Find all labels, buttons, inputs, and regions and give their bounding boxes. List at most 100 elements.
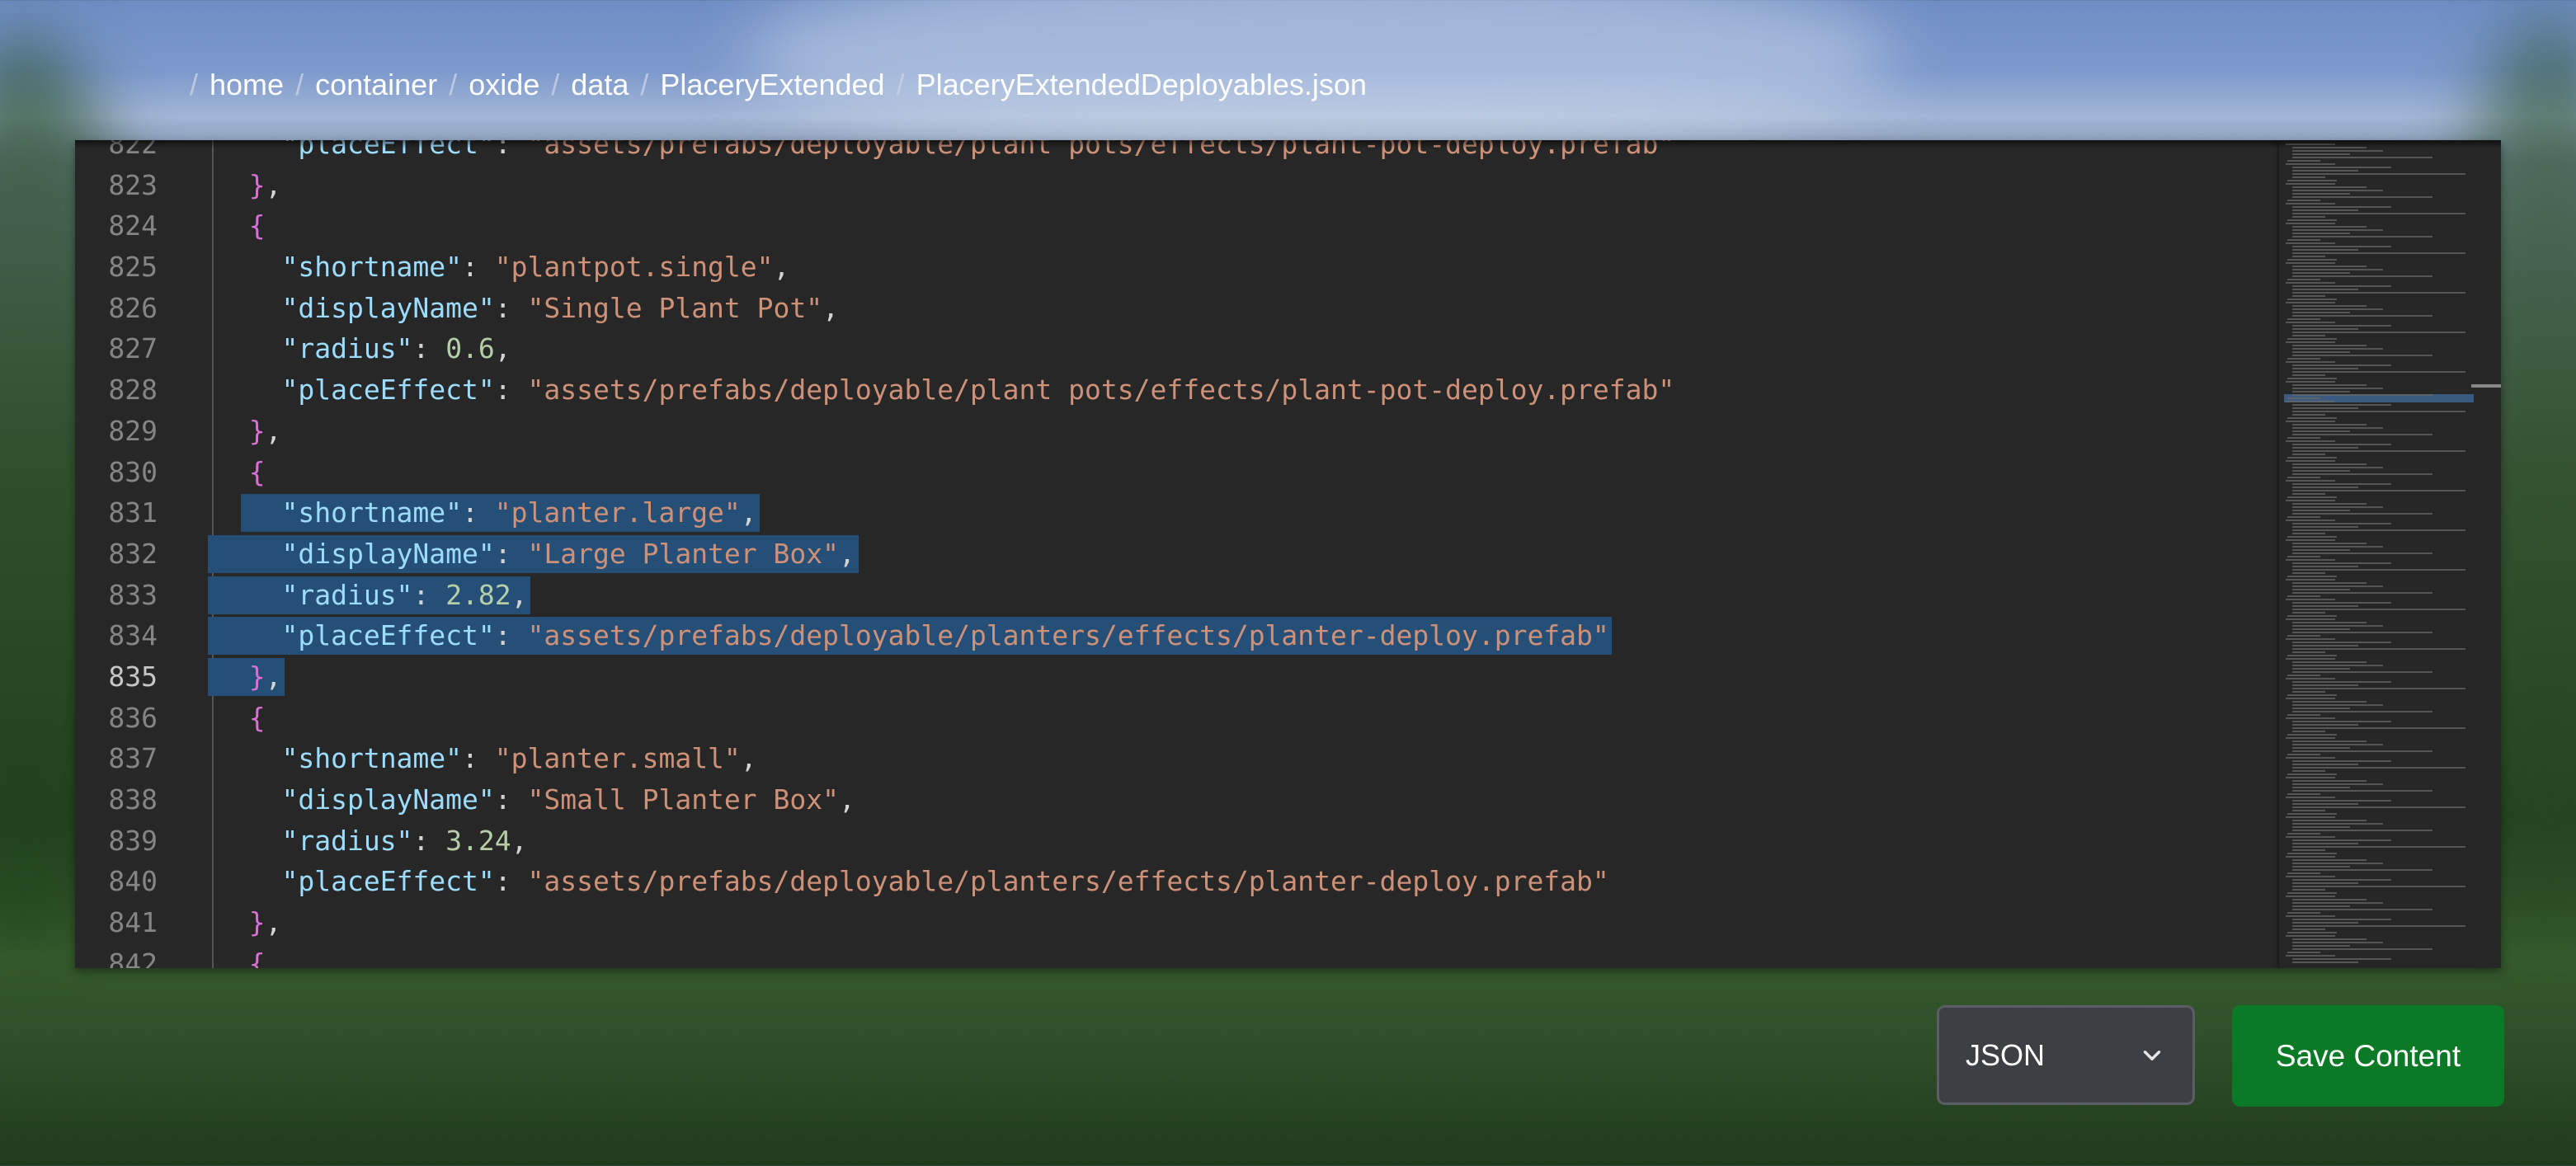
- minimap-line: [2286, 579, 2335, 581]
- minimap-line: [2292, 684, 2358, 686]
- minimap-line: [2286, 757, 2335, 759]
- line-number: 824: [108, 209, 158, 242]
- code-line[interactable]: 842 {: [75, 943, 2269, 968]
- line-number: 839: [108, 824, 158, 857]
- minimap-line: [2292, 305, 2366, 307]
- minimap-line: [2286, 698, 2335, 699]
- minimap-line: [2292, 701, 2366, 703]
- minimap-line: [2292, 711, 2432, 712]
- minimap-line: [2287, 635, 2320, 637]
- indent-guide: [212, 287, 214, 329]
- minimap-line: [2292, 622, 2366, 623]
- minimap-line: [2292, 371, 2465, 373]
- code-line[interactable]: 836 {: [75, 697, 2269, 739]
- minimap-line: [2287, 378, 2337, 379]
- minimap-line: [2292, 830, 2432, 831]
- code-line[interactable]: 828 "placeEffect": "assets/prefabs/deplo…: [75, 369, 2269, 411]
- code-text: "displayName": "Single Plant Pot",: [281, 291, 840, 324]
- indent-guide: [212, 779, 214, 820]
- code-line[interactable]: 829 },: [75, 410, 2269, 452]
- indent-guide: [212, 902, 214, 943]
- code-line[interactable]: 839 "radius": 3.24,: [75, 820, 2269, 862]
- save-content-button[interactable]: Save Content: [2232, 1005, 2504, 1107]
- minimap-line: [2292, 170, 2358, 172]
- minimap-line: [2292, 467, 2383, 468]
- minimap-line: [2292, 843, 2358, 844]
- breadcrumb-item-data[interactable]: data: [571, 68, 629, 102]
- breadcrumb-item-oxide[interactable]: oxide: [469, 68, 539, 102]
- minimap-line: [2287, 734, 2337, 736]
- minimap-line: [2286, 322, 2335, 323]
- minimap-line: [2292, 394, 2432, 396]
- code-line[interactable]: 832 "displayName": "Large Planter Box",: [75, 533, 2269, 575]
- editor-top-shadow: [75, 140, 2501, 148]
- minimap-line: [2287, 813, 2337, 815]
- minimap-line: [2292, 450, 2465, 452]
- code-line[interactable]: 826 "displayName": "Single Plant Pot",: [75, 287, 2269, 329]
- minimap-line: [2292, 444, 2391, 445]
- minimap-line: [2287, 892, 2337, 894]
- minimap-line: [2292, 741, 2366, 742]
- indent-guide: [212, 943, 214, 968]
- minimap-line: [2292, 886, 2465, 887]
- code-line[interactable]: 838 "displayName": "Small Planter Box",: [75, 779, 2269, 820]
- minimap-line: [2292, 645, 2358, 646]
- minimap-line: [2292, 889, 2325, 891]
- indent-guide: [212, 451, 214, 493]
- minimap-line: [2292, 213, 2465, 214]
- code-line[interactable]: 837 "shortname": "planter.small",: [75, 738, 2269, 779]
- code-editor[interactable]: 822 "placeEffect": "assets/prefabs/deplo…: [75, 140, 2501, 968]
- code-line[interactable]: 841 },: [75, 902, 2269, 943]
- minimap-line: [2292, 585, 2383, 587]
- minimap-line: [2287, 397, 2320, 399]
- line-number: 837: [108, 742, 158, 775]
- minimap-line: [2292, 487, 2358, 488]
- code-line[interactable]: 825 "shortname": "plantpot.single",: [75, 247, 2269, 288]
- breadcrumb-item-placeryextended[interactable]: PlaceryExtended: [660, 68, 884, 102]
- indent-guide: [212, 247, 214, 288]
- indent-guide: [212, 697, 214, 739]
- line-number: 842: [108, 947, 158, 968]
- breadcrumb-separator: /: [896, 68, 905, 101]
- minimap-line: [2292, 945, 2350, 947]
- line-number: 835: [108, 660, 158, 693]
- minimap-line: [2287, 714, 2320, 716]
- editor-lines[interactable]: 822 "placeEffect": "assets/prefabs/deplo…: [75, 140, 2269, 968]
- code-line[interactable]: 827 "radius": 0.6,: [75, 328, 2269, 370]
- minimap-scrollbar-thumb[interactable]: [2471, 384, 2501, 388]
- minimap-line: [2292, 909, 2432, 910]
- minimap-line: [2292, 266, 2366, 267]
- minimap-line: [2287, 219, 2337, 221]
- line-number: 831: [108, 496, 158, 529]
- minimap-line: [2287, 754, 2320, 755]
- minimap-line: [2292, 374, 2325, 376]
- minimap-line: [2292, 569, 2465, 571]
- code-line[interactable]: 833 "radius": 2.82,: [75, 574, 2269, 616]
- code-line[interactable]: 830 {: [75, 451, 2269, 493]
- code-line[interactable]: 840 "placeEffect": "assets/prefabs/deplo…: [75, 861, 2269, 903]
- code-line[interactable]: 831 "shortname": "planter.large",: [75, 492, 2269, 534]
- breadcrumb-item-current-file[interactable]: PlaceryExtendedDeployables.json: [916, 68, 1367, 102]
- format-select[interactable]: JSON: [1937, 1005, 2195, 1105]
- minimap-line: [2292, 391, 2350, 393]
- code-text: {: [248, 209, 266, 242]
- code-text: },: [248, 660, 282, 693]
- editor-minimap[interactable]: [2279, 140, 2501, 968]
- code-line[interactable]: 824 {: [75, 205, 2269, 247]
- minimap-line: [2292, 767, 2465, 769]
- minimap-line: [2287, 358, 2320, 360]
- code-text: "shortname": "planter.large",: [281, 496, 757, 529]
- minimap-line: [2286, 460, 2335, 462]
- breadcrumb-item-container[interactable]: container: [315, 68, 437, 102]
- minimap-line: [2292, 721, 2391, 722]
- minimap-line: [2287, 477, 2320, 478]
- minimap-line: [2292, 731, 2325, 732]
- code-line[interactable]: 835 },: [75, 656, 2269, 698]
- code-line[interactable]: 823 },: [75, 164, 2269, 206]
- minimap-line: [2292, 612, 2325, 614]
- code-text: "shortname": "planter.small",: [281, 742, 757, 775]
- minimap-line: [2292, 632, 2432, 633]
- breadcrumb-item-home[interactable]: home: [210, 68, 284, 102]
- indent-guide: [212, 492, 214, 534]
- code-line[interactable]: 834 "placeEffect": "assets/prefabs/deplo…: [75, 615, 2269, 656]
